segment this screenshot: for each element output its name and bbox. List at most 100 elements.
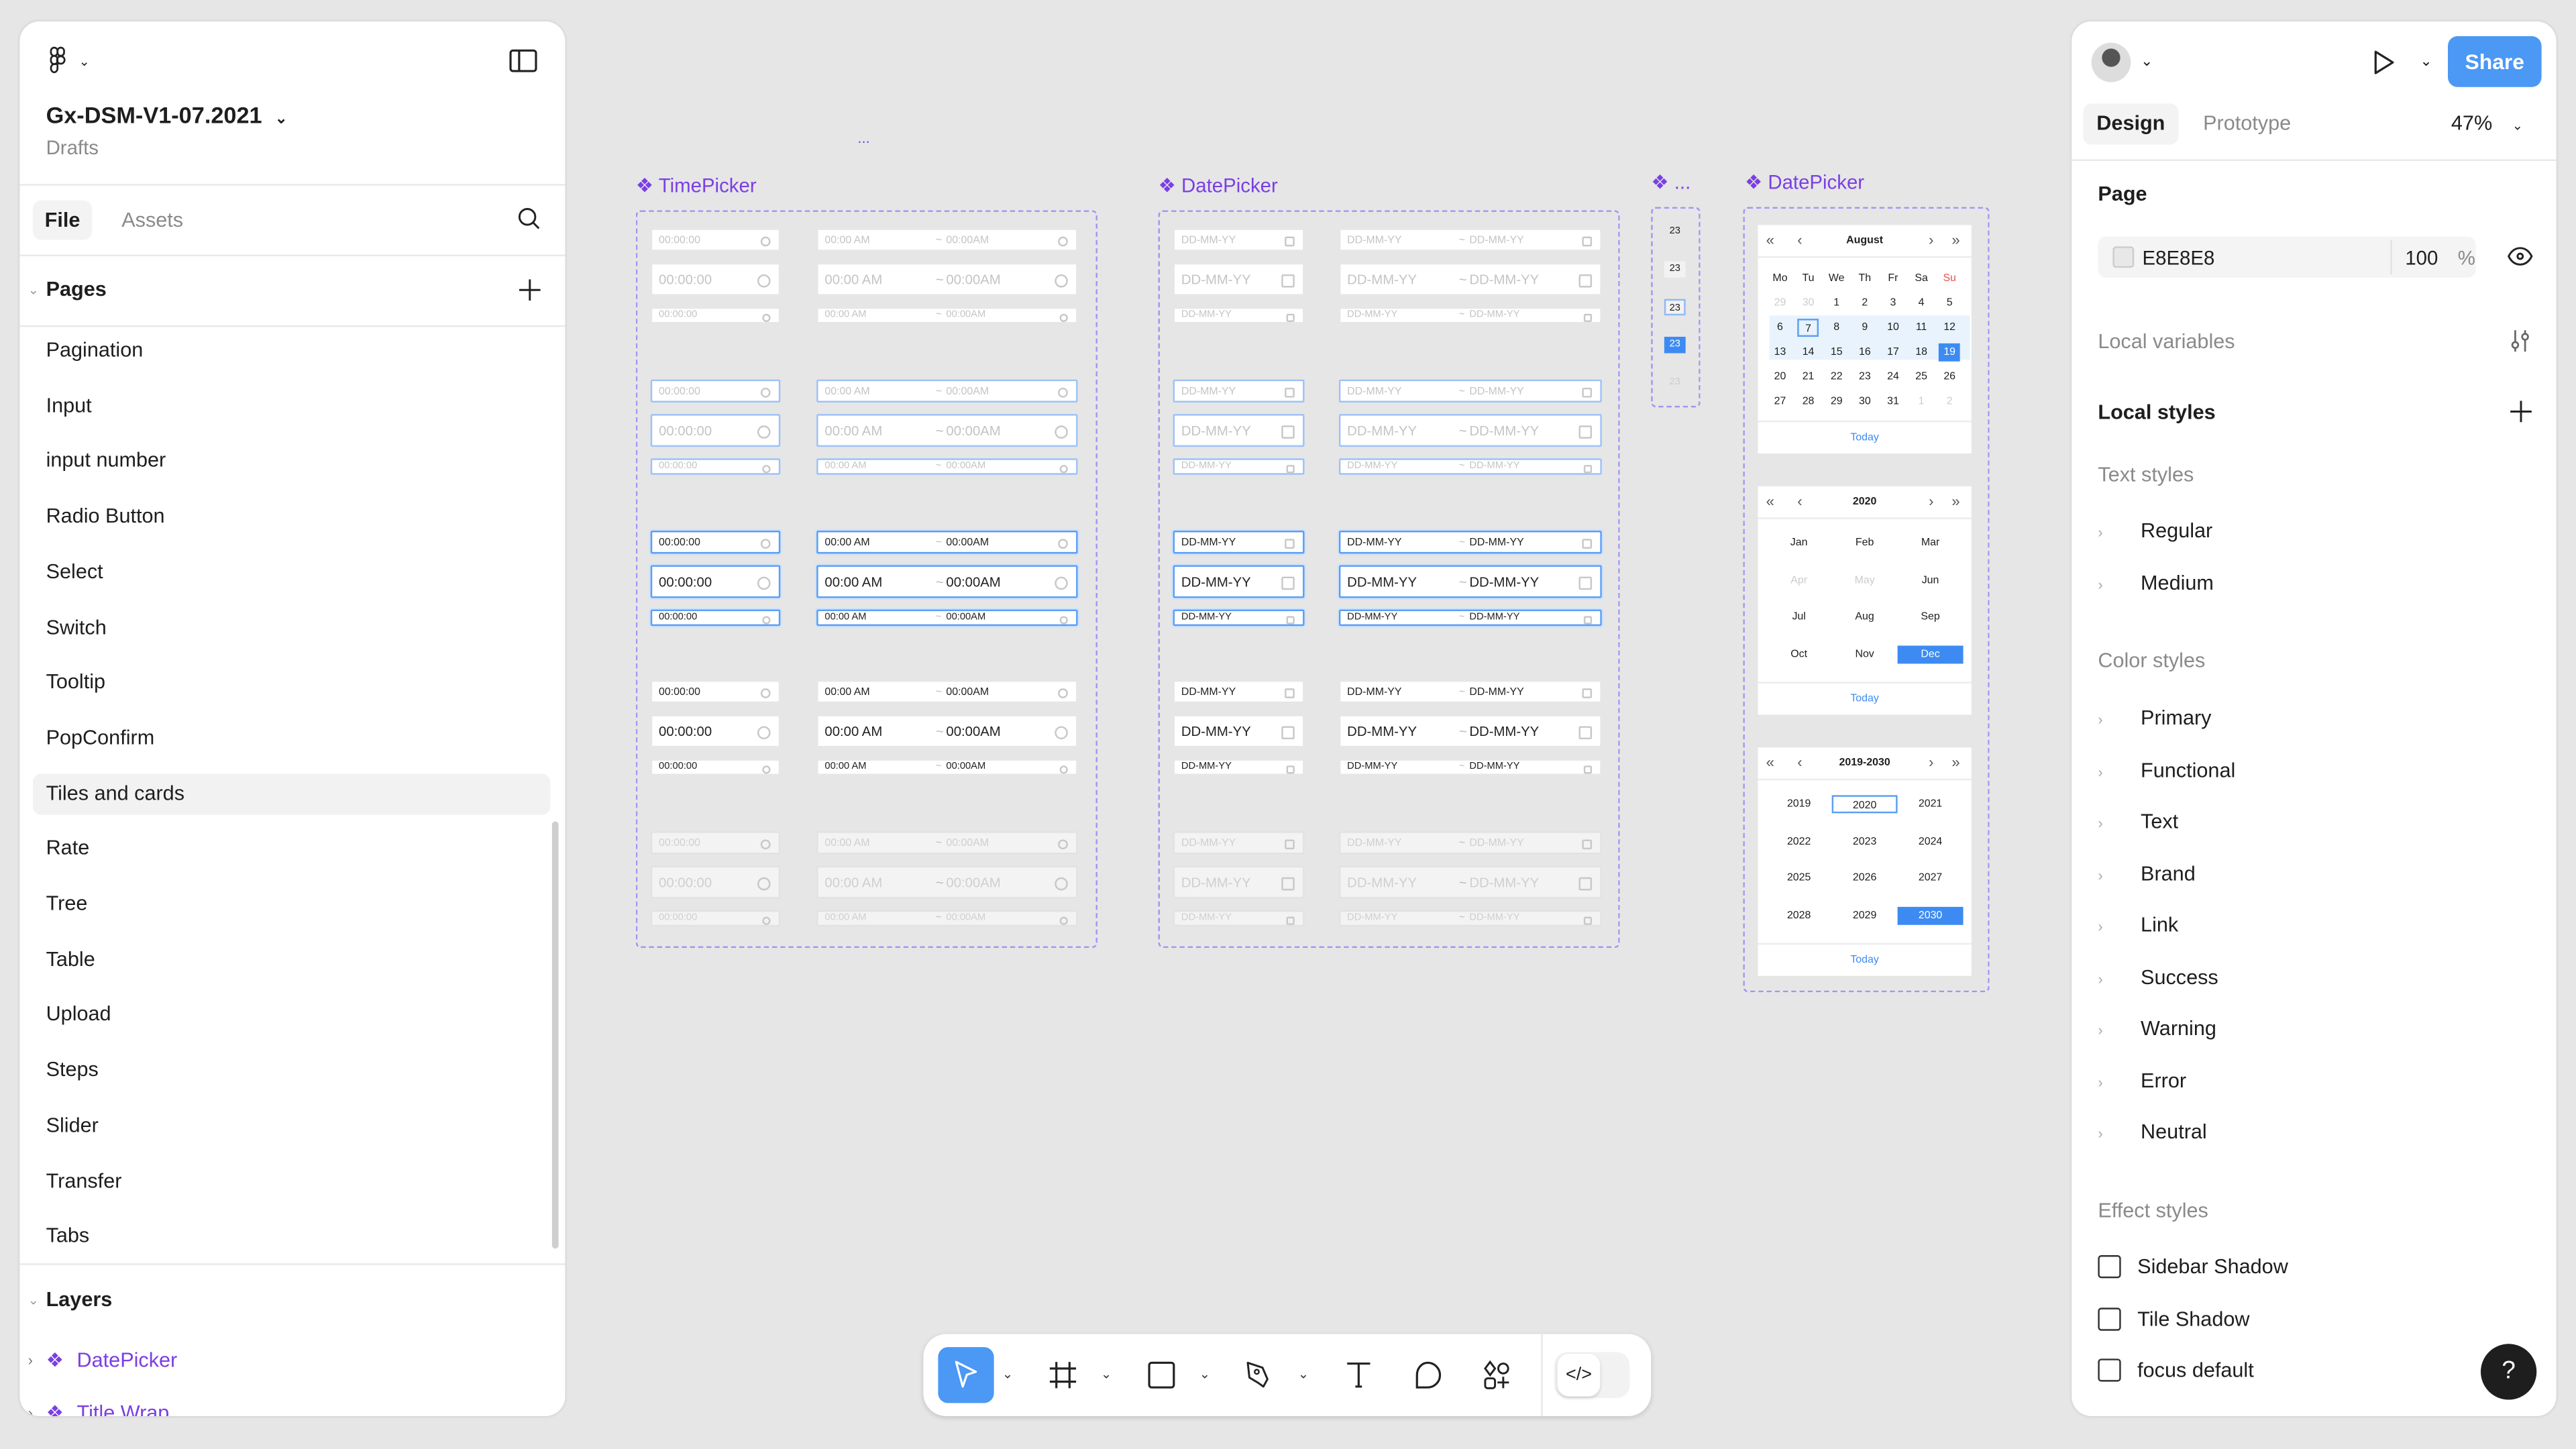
opacity-input[interactable]: 100 — [2405, 248, 2438, 268]
calendar-day[interactable]: 10 — [1879, 319, 1907, 337]
style-item[interactable]: focus default — [2098, 1354, 2254, 1387]
datepicker-range-input[interactable]: DD-MM-YY ~ DD-MM-YY — [1338, 565, 1602, 598]
page-color-field[interactable]: E8E8E8 100 % — [2098, 236, 2476, 278]
calendar-cell[interactable]: 2029 — [1832, 906, 1898, 924]
calendar-day[interactable]: 27 — [1766, 392, 1794, 411]
calendar-day[interactable]: 28 — [1794, 392, 1823, 411]
chevron-down-icon[interactable]: ⌄ — [1002, 1367, 1013, 1382]
calendar-day[interactable]: 11 — [1907, 319, 1935, 337]
play-icon[interactable] — [2372, 49, 2395, 75]
color-swatch[interactable] — [2112, 246, 2135, 268]
calendar-day[interactable]: 14 — [1794, 343, 1823, 362]
calendar-cell[interactable]: Nov — [1832, 645, 1898, 663]
file-name-button[interactable]: Gx-DSM-V1-07.2021 ⌄ — [46, 103, 288, 126]
calendar-day[interactable]: 19 — [1939, 343, 1961, 362]
calendar-cell[interactable]: 2027 — [1898, 869, 1964, 888]
datepicker-single-input[interactable]: DD-MM-YY — [1173, 609, 1305, 627]
page-item[interactable]: Table — [33, 939, 550, 980]
timepicker-single-input[interactable]: 00:00:00 — [650, 714, 781, 748]
calendar-day[interactable]: 24 — [1879, 368, 1907, 386]
datepicker-single-input[interactable]: DD-MM-YY — [1173, 307, 1305, 324]
page-item[interactable]: Tree — [33, 884, 550, 925]
calendar-day[interactable]: 29 — [1766, 294, 1794, 312]
datepicker-range-input[interactable]: DD-MM-YY ~ DD-MM-YY — [1338, 831, 1602, 855]
tab-assets[interactable]: Assets — [121, 210, 183, 231]
datepicker-range-input[interactable]: DD-MM-YY ~ DD-MM-YY — [1338, 414, 1602, 447]
cell-item[interactable]: 23 — [1664, 374, 1686, 390]
datepicker-single-input[interactable]: DD-MM-YY — [1173, 865, 1305, 899]
timepicker-range-input[interactable]: 00:00 AM ~00:00AM — [816, 458, 1078, 475]
calendar-day[interactable]: 9 — [1851, 319, 1879, 337]
page-item[interactable]: Radio Button — [33, 496, 550, 537]
style-item[interactable]: › Error — [2098, 1064, 2186, 1097]
datepicker-single-input[interactable]: DD-MM-YY — [1173, 531, 1305, 554]
today-link[interactable]: Today — [1758, 943, 1972, 976]
page-item[interactable]: Input — [33, 386, 550, 427]
style-item[interactable]: › Functional — [2098, 753, 2235, 786]
calendar-day[interactable]: 25 — [1907, 368, 1935, 386]
page-item[interactable]: PopConfirm — [33, 718, 550, 759]
page-item[interactable]: Slider — [33, 1106, 550, 1146]
share-button[interactable]: Share — [2448, 36, 2542, 87]
datepicker-range-input[interactable]: DD-MM-YY ~ DD-MM-YY — [1338, 228, 1602, 252]
datepicker-range-input[interactable]: DD-MM-YY ~ DD-MM-YY — [1338, 262, 1602, 296]
help-button[interactable]: ? — [2480, 1344, 2537, 1400]
page-item[interactable]: Steps — [33, 1050, 550, 1091]
layer-item-datepicker[interactable]: › ❖ DatePicker — [28, 1349, 178, 1372]
calendar-day[interactable]: 8 — [1823, 319, 1851, 337]
style-item[interactable]: › Medium — [2098, 566, 2214, 599]
datepicker-single-input[interactable]: DD-MM-YY — [1173, 414, 1305, 447]
actions-tool-button[interactable] — [1468, 1347, 1524, 1403]
dev-mode-toggle[interactable]: </> — [1554, 1352, 1630, 1399]
chevron-left-icon[interactable]: ‹ — [1797, 755, 1802, 771]
style-item[interactable]: Tile Shadow — [2098, 1302, 2249, 1335]
calendar-cell[interactable]: 2025 — [1766, 869, 1832, 888]
calendar-cell[interactable]: 2023 — [1832, 832, 1898, 850]
datepicker-single-input[interactable]: DD-MM-YY — [1173, 565, 1305, 598]
datepicker-range-input[interactable]: DD-MM-YY ~ DD-MM-YY — [1338, 379, 1602, 403]
timepicker-single-input[interactable]: 00:00:00 — [650, 609, 781, 627]
add-style-icon[interactable] — [2510, 400, 2532, 423]
calendar-day[interactable]: 18 — [1907, 343, 1935, 362]
timepicker-range-input[interactable]: 00:00 AM ~00:00AM — [816, 379, 1078, 403]
timepicker-range-input[interactable]: 00:00 AM ~00:00AM — [816, 262, 1078, 296]
calendar-cell[interactable]: 2021 — [1898, 795, 1964, 813]
double-chevron-left-icon[interactable]: « — [1766, 755, 1774, 771]
cell-item[interactable]: 23 — [1664, 299, 1686, 316]
timepicker-single-input[interactable]: 00:00:00 — [650, 865, 781, 899]
calendar-day[interactable]: 29 — [1823, 392, 1851, 411]
timepicker-single-input[interactable]: 00:00:00 — [650, 414, 781, 447]
timepicker-single-input[interactable]: 00:00:00 — [650, 262, 781, 296]
calendar-cell[interactable]: Oct — [1766, 645, 1832, 663]
calendar-cell[interactable]: May — [1832, 571, 1898, 589]
cell-item[interactable]: 23 — [1664, 337, 1686, 354]
page-item[interactable]: Tooltip — [33, 662, 550, 703]
color-hex-input[interactable]: E8E8E8 — [2142, 248, 2214, 268]
calendar-day[interactable]: 12 — [1935, 319, 1964, 337]
calendar-day[interactable]: 20 — [1766, 368, 1794, 386]
calendar-cell[interactable]: 2022 — [1766, 832, 1832, 850]
style-item[interactable]: › Link — [2098, 908, 2178, 941]
chevron-down-icon[interactable]: ⌄ — [28, 1294, 39, 1308]
calendar-day[interactable]: 22 — [1823, 368, 1851, 386]
datepicker-single-input[interactable]: DD-MM-YY — [1173, 831, 1305, 855]
timepicker-single-input[interactable]: 00:00:00 — [650, 228, 781, 252]
datepicker-range-input[interactable]: DD-MM-YY ~ DD-MM-YY — [1338, 865, 1602, 899]
chevron-down-icon[interactable]: ⌄ — [2141, 54, 2153, 69]
style-item[interactable]: › Text — [2098, 805, 2178, 838]
datepicker-single-input[interactable]: DD-MM-YY — [1173, 714, 1305, 748]
double-chevron-left-icon[interactable]: « — [1766, 233, 1774, 248]
timepicker-range-input[interactable]: 00:00 AM ~00:00AM — [816, 565, 1078, 598]
page-item[interactable]: Pagination — [33, 330, 550, 371]
calendar-day[interactable]: 16 — [1851, 343, 1879, 362]
chevron-right-icon[interactable]: › — [1929, 755, 1933, 771]
today-link[interactable]: Today — [1758, 682, 1972, 714]
cell-item[interactable]: 23 — [1664, 223, 1686, 239]
datepicker-range-input[interactable]: DD-MM-YY ~ DD-MM-YY — [1338, 910, 1602, 927]
timepicker-single-input[interactable]: 00:00:00 — [650, 379, 781, 403]
comment-tool-button[interactable] — [1400, 1347, 1456, 1403]
datepicker-single-input[interactable]: DD-MM-YY — [1173, 680, 1305, 704]
timepicker-label[interactable]: ❖ TimePicker — [636, 174, 757, 197]
calendar-cell[interactable]: Apr — [1766, 571, 1832, 589]
calendar-cell[interactable]: Jan — [1766, 534, 1832, 552]
